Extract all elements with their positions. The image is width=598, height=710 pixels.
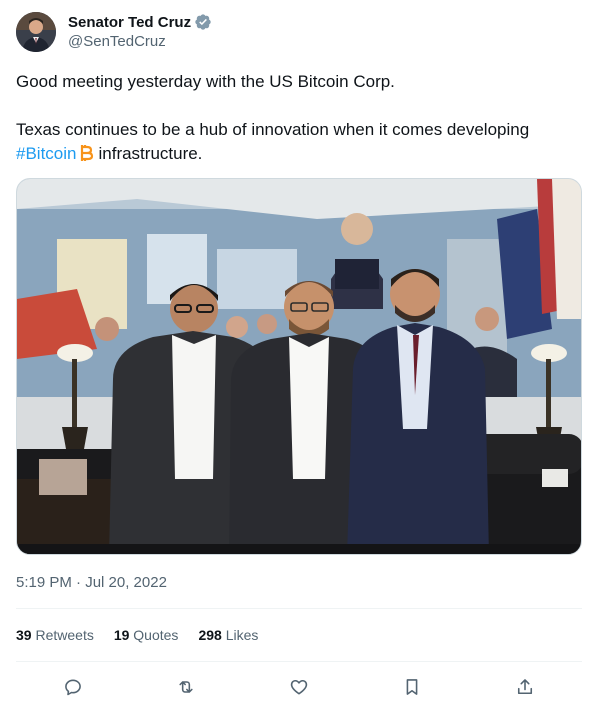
reply-icon	[64, 679, 81, 696]
tweet-actions	[16, 672, 582, 702]
share-icon	[518, 679, 533, 695]
tweet: Senator Ted Cruz @SenTedCruz Good meetin…	[0, 0, 598, 710]
author-handle[interactable]: @SenTedCruz	[68, 33, 166, 50]
tweet-text: Good meeting yesterday with the US Bitco…	[16, 70, 582, 166]
likes-label: Likes	[225, 627, 259, 643]
tweet-line-2: Texas continues to be a hub of innovatio…	[16, 120, 530, 139]
likes-stat[interactable]: 298 Likes	[198, 627, 258, 643]
like-button[interactable]	[282, 672, 316, 702]
avatar[interactable]	[16, 12, 56, 52]
tweet-line-3: #Bitcoin infrastructure.	[16, 142, 582, 166]
bitcoin-emoji-icon	[78, 144, 94, 162]
quotes-label: Quotes	[133, 627, 179, 643]
tweet-stats: 39 Retweets 19 Quotes 298 Likes	[16, 627, 258, 643]
retweet-button[interactable]	[169, 672, 203, 702]
reply-button[interactable]	[56, 672, 90, 702]
retweets-label: Retweets	[35, 627, 94, 643]
quotes-count: 19	[113, 627, 130, 643]
tweet-timestamp[interactable]: 5:19 PM · Jul 20, 2022	[16, 574, 167, 591]
divider-top	[16, 608, 582, 609]
like-icon	[290, 679, 308, 695]
share-button[interactable]	[508, 672, 542, 702]
verified-badge-icon	[194, 13, 212, 31]
tweet-line-1: Good meeting yesterday with the US Bitco…	[16, 72, 395, 91]
hashtag-link[interactable]: #Bitcoin	[16, 144, 76, 163]
tweet-photo[interactable]	[16, 178, 582, 555]
retweets-stat[interactable]: 39 Retweets	[16, 627, 94, 643]
divider-bottom	[16, 661, 582, 662]
author-name-row[interactable]: Senator Ted Cruz	[68, 12, 212, 32]
bookmark-icon	[406, 679, 418, 695]
quotes-stat[interactable]: 19 Quotes	[114, 627, 179, 643]
retweet-icon	[179, 681, 193, 693]
likes-count: 298	[198, 627, 222, 643]
display-name[interactable]: Senator Ted Cruz	[68, 14, 191, 31]
tweet-line-3-text: infrastructure.	[98, 144, 203, 163]
retweets-count: 39	[16, 627, 32, 643]
bookmark-button[interactable]	[395, 672, 429, 702]
